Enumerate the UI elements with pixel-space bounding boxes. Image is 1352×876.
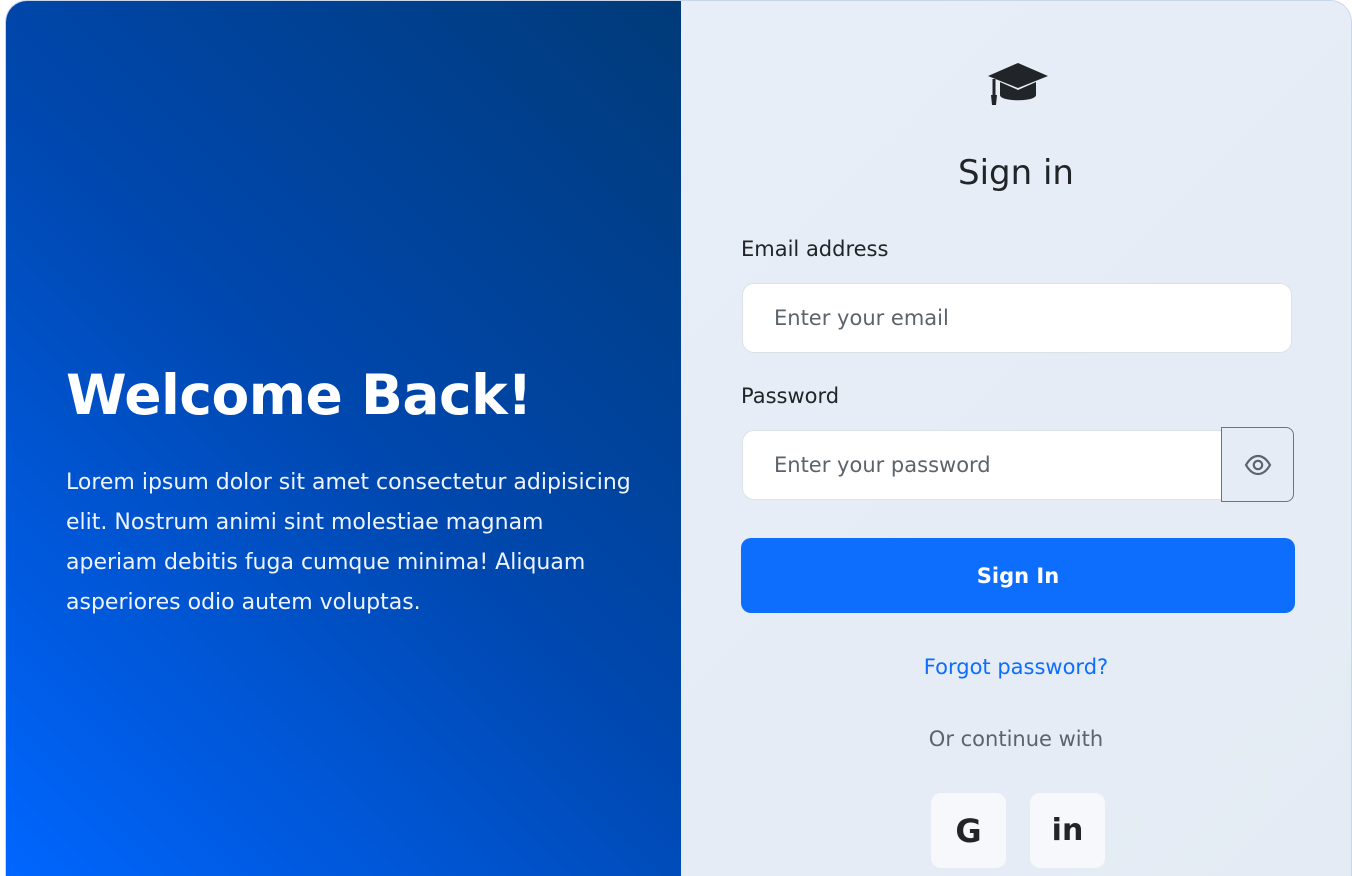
signin-title: Sign in (958, 153, 1074, 193)
welcome-panel: Welcome Back! Lorem ipsum dolor sit amet… (6, 1, 681, 876)
signin-panel: Sign in Email address Password Sign In F… (681, 1, 1351, 876)
continue-with-text: Or continue with (928, 727, 1104, 751)
forgot-password-link[interactable]: Forgot password? (681, 655, 1351, 679)
password-field[interactable] (742, 430, 1222, 500)
welcome-title: Welcome Back! (66, 363, 532, 427)
google-icon: G (955, 811, 982, 850)
login-card: Welcome Back! Lorem ipsum dolor sit amet… (5, 0, 1352, 876)
eye-icon (1244, 454, 1271, 475)
welcome-text: Lorem ipsum dolor sit amet consectetur a… (66, 470, 631, 615)
linkedin-login-button[interactable]: in (1030, 793, 1105, 868)
linkedin-icon: in (1051, 813, 1084, 848)
google-login-button[interactable]: G (931, 793, 1006, 868)
email-field[interactable] (742, 283, 1292, 353)
password-label: Password (741, 384, 840, 408)
sign-in-button[interactable]: Sign In (741, 538, 1295, 613)
password-toggle-button[interactable] (1221, 427, 1294, 502)
graduation-cap-icon (988, 63, 1048, 105)
email-label: Email address (741, 237, 889, 261)
